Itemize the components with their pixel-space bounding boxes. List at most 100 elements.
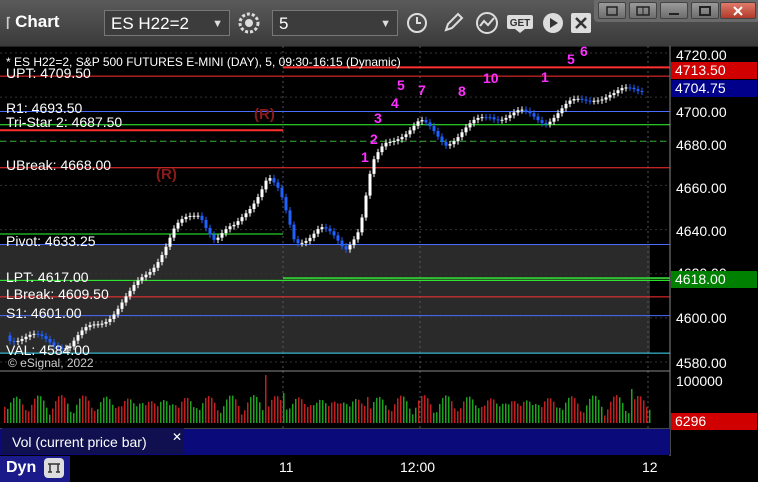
volume-bar [292, 403, 294, 423]
volume-bar [586, 405, 588, 423]
candle-body [324, 227, 328, 229]
volume-bar [289, 408, 291, 423]
volume-bar [58, 396, 60, 423]
candle-body [408, 130, 412, 135]
candle-body [256, 197, 260, 204]
candle-body [116, 308, 120, 315]
chevron-down-icon[interactable]: ▼ [212, 11, 223, 37]
volume-bar [331, 402, 333, 423]
volume-bar [535, 403, 537, 423]
candle-body [276, 182, 280, 188]
tile-icon[interactable] [629, 2, 657, 19]
volume-bar [46, 407, 48, 423]
candle-body [536, 116, 540, 121]
candle-body [508, 115, 512, 118]
candle-body [428, 122, 432, 127]
interval-input[interactable]: 5 ▼ [272, 10, 398, 36]
close-pane-icon[interactable]: ✕ [172, 430, 182, 444]
volume-bar [70, 411, 72, 423]
candle-body [384, 142, 388, 147]
td-count: 10 [483, 70, 499, 86]
volume-bar [148, 401, 150, 423]
volume-bar [4, 406, 6, 423]
volume-bar [352, 401, 354, 423]
candle-body [528, 110, 532, 114]
td-count: 1 [361, 149, 369, 165]
volume-bar [343, 402, 345, 423]
volume-bar [184, 398, 186, 423]
copyright: © eSignal, 2022 [8, 356, 94, 370]
svg-text:GET: GET [510, 18, 531, 29]
volume-bar [511, 401, 513, 423]
volume-bar [643, 400, 645, 423]
play-icon[interactable] [540, 10, 566, 36]
scale-icon[interactable] [44, 458, 64, 478]
volume-bar [220, 412, 222, 423]
volume-bar [64, 397, 66, 423]
symbol-input[interactable]: ES H22=2 ▼ [104, 10, 230, 36]
candle-body [292, 224, 296, 240]
candle-body [584, 99, 588, 101]
volume-bar [550, 398, 552, 423]
time-label: 11 [279, 459, 294, 475]
volume-bar [460, 408, 462, 423]
study-icon[interactable] [474, 10, 500, 36]
clock-icon[interactable] [404, 10, 430, 36]
pencil-icon[interactable] [440, 10, 466, 36]
volume-bar [592, 395, 594, 423]
volume-bar [160, 401, 162, 423]
get-icon[interactable]: GET [506, 10, 534, 36]
candle-body [336, 235, 340, 241]
candle-body [280, 187, 284, 198]
candle-body [604, 97, 608, 100]
td-count: 5 [567, 51, 575, 67]
volume-bar [556, 407, 558, 423]
candle-body [296, 239, 300, 244]
volume-bar [52, 408, 54, 423]
close-chart-icon[interactable] [568, 10, 594, 36]
volume-bar [370, 408, 372, 423]
close-icon[interactable] [720, 2, 756, 19]
candle-body [352, 239, 356, 246]
candle-body [356, 232, 360, 240]
volume-bar [415, 407, 417, 423]
candle-body [208, 228, 212, 235]
volume-bar [283, 393, 285, 423]
restore-icon[interactable] [598, 2, 626, 19]
volume-bar [472, 399, 474, 423]
volume-bar [121, 406, 123, 423]
candle-body [440, 136, 444, 143]
candle-body [544, 123, 548, 125]
volume-bar [328, 405, 330, 423]
volume-bar [529, 401, 531, 423]
candle-body [212, 234, 216, 240]
candle-body [580, 98, 584, 100]
volume-bar [193, 407, 195, 423]
candle-body [136, 280, 140, 285]
volume-bar [457, 411, 459, 423]
volume-bar [397, 398, 399, 423]
candle-body [548, 121, 552, 125]
volume-bar [487, 400, 489, 423]
volume-bar [277, 396, 279, 423]
chevron-down-icon[interactable]: ▼ [380, 11, 391, 37]
volume-bar [625, 410, 627, 423]
status-label[interactable]: Dyn [6, 460, 36, 476]
maximize-icon[interactable] [691, 2, 719, 19]
volume-bar [568, 397, 570, 423]
volume-bar [286, 409, 288, 423]
minimize-icon[interactable] [660, 2, 688, 19]
candle-body [232, 224, 236, 227]
candle-body [160, 255, 164, 263]
candle-body [600, 99, 604, 101]
candle-body [328, 228, 332, 232]
volume-bar [79, 398, 81, 423]
volume-bar [595, 395, 597, 423]
td-count: 5 [397, 77, 405, 93]
settings-gear-icon[interactable] [236, 10, 262, 36]
volume-bar [76, 404, 78, 423]
volume-bar [295, 398, 297, 423]
volume-bar [166, 401, 168, 423]
candle-body [100, 323, 104, 325]
candle-body [608, 95, 612, 98]
